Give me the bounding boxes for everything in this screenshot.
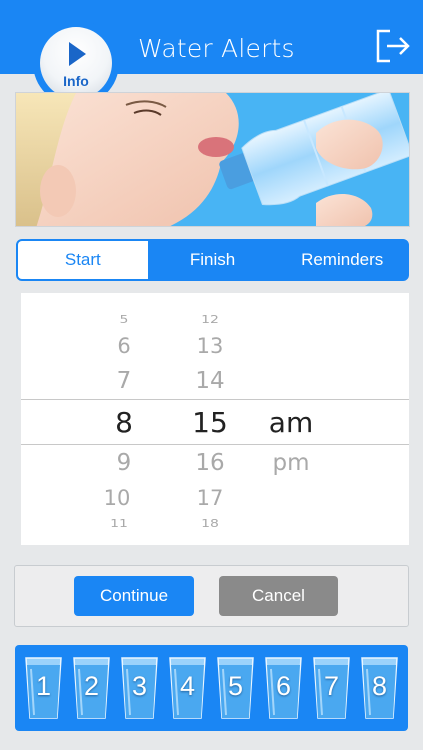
tab-start[interactable]: Start <box>18 241 148 279</box>
picker-minute-value[interactable]: 13 <box>180 334 240 358</box>
picker-hour-value[interactable]: 5 <box>94 314 154 326</box>
glass-button-7[interactable]: 7 <box>313 657 350 719</box>
glass-number: 5 <box>227 671 244 701</box>
glass-button-3[interactable]: 3 <box>121 657 158 719</box>
exit-button[interactable] <box>374 28 412 64</box>
info-label: Info <box>63 73 89 89</box>
picker-hour-value[interactable]: 11 <box>89 518 149 530</box>
continue-button[interactable]: Continue <box>74 576 194 616</box>
time-picker[interactable]: 5 6 7 8 9 10 11 12 13 14 15 16 17 18 am … <box>21 293 409 545</box>
glass-button-8[interactable]: 8 <box>361 657 398 719</box>
glass-number: 1 <box>35 671 52 701</box>
woman-drinking-water-photo <box>16 93 409 226</box>
hero-photo <box>15 92 410 227</box>
glass-number: 8 <box>371 671 388 701</box>
picker-minute-selected[interactable]: 15 <box>180 406 240 439</box>
exit-icon <box>376 29 410 63</box>
water-glasses-bar: 1 2 3 4 5 6 7 8 <box>15 645 408 731</box>
picker-hour-selected[interactable]: 8 <box>94 406 154 439</box>
picker-minute-value[interactable]: 18 <box>180 518 240 530</box>
picker-minute-value[interactable]: 16 <box>180 450 240 476</box>
glass-number: 6 <box>275 671 292 701</box>
action-panel: Continue Cancel <box>14 565 409 627</box>
picker-hour-value[interactable]: 9 <box>94 450 154 476</box>
glass-button-2[interactable]: 2 <box>73 657 110 719</box>
picker-minute-value[interactable]: 12 <box>180 314 240 326</box>
glass-button-4[interactable]: 4 <box>169 657 206 719</box>
tab-finish[interactable]: Finish <box>148 241 278 279</box>
glass-number: 3 <box>131 671 148 701</box>
app-title: Water Alerts <box>138 34 295 63</box>
glass-number: 7 <box>323 671 340 701</box>
picker-period-selected[interactable]: am <box>259 406 323 439</box>
picker-hour-value[interactable]: 6 <box>94 334 154 358</box>
picker-period-value[interactable]: pm <box>259 450 323 476</box>
info-button-face: Info <box>40 27 112 99</box>
picker-hour-value[interactable]: 7 <box>94 368 154 394</box>
tab-reminders[interactable]: Reminders <box>277 241 407 279</box>
glass-number: 4 <box>179 671 196 701</box>
picker-hour-value[interactable]: 10 <box>87 486 147 510</box>
play-icon <box>69 42 86 66</box>
cancel-button[interactable]: Cancel <box>219 576 338 616</box>
glass-number: 2 <box>83 671 100 701</box>
picker-minute-value[interactable]: 17 <box>180 486 240 510</box>
picker-minute-value[interactable]: 14 <box>180 368 240 394</box>
segmented-tabs: Start Finish Reminders <box>16 239 409 281</box>
glass-button-6[interactable]: 6 <box>265 657 302 719</box>
glass-button-1[interactable]: 1 <box>25 657 62 719</box>
glass-button-5[interactable]: 5 <box>217 657 254 719</box>
